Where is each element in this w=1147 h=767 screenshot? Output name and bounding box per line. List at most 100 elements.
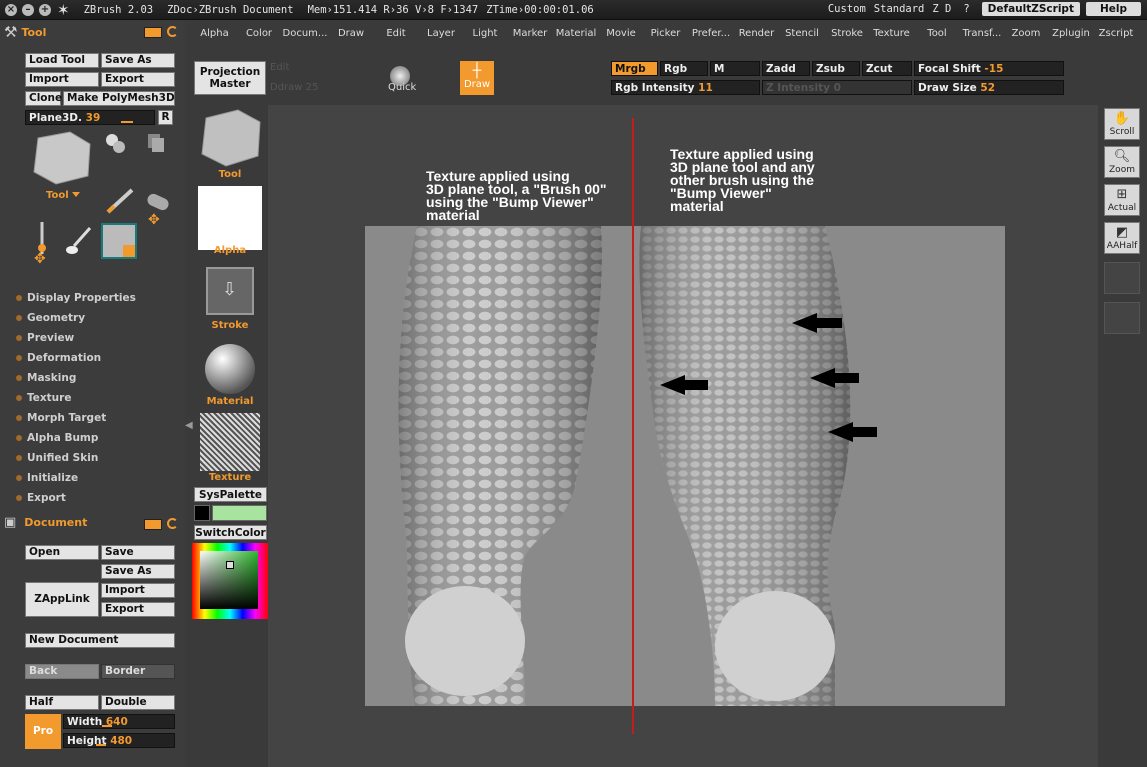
mrgb-button[interactable]: Mrgb bbox=[611, 61, 658, 76]
menu-render[interactable]: Render bbox=[734, 28, 779, 39]
current-tool-cube-icon[interactable] bbox=[30, 128, 94, 188]
zadd-button[interactable]: Zadd bbox=[762, 61, 810, 76]
menu-draw[interactable]: Draw bbox=[329, 28, 373, 39]
color-picker-ring[interactable] bbox=[192, 543, 268, 619]
z-intensity-slider[interactable]: Z Intensity 0 bbox=[762, 80, 912, 95]
zsub-button[interactable]: Zsub bbox=[812, 61, 860, 76]
zapplink-button[interactable]: ZAppLink bbox=[25, 582, 99, 617]
quick-button[interactable]: Quick bbox=[388, 82, 416, 93]
zcut-button[interactable]: Zcut bbox=[862, 61, 912, 76]
plane3d-slider[interactable]: Plane3D. 39 bbox=[25, 110, 155, 125]
rgb-button[interactable]: Rgb bbox=[660, 61, 708, 76]
width-slider[interactable]: Width 640 bbox=[63, 714, 175, 729]
projection-master-button[interactable]: Projection Master bbox=[194, 61, 266, 95]
menu-zscript[interactable]: Zscript bbox=[1094, 28, 1138, 39]
load-tool-button[interactable]: Load Tool bbox=[25, 53, 99, 68]
draw-mode-button[interactable]: ┼ Draw bbox=[460, 61, 494, 95]
menu-zoom[interactable]: Zoom bbox=[1004, 28, 1048, 39]
main-color-swatch[interactable] bbox=[194, 505, 210, 521]
make-polymesh-button[interactable]: Make PolyMesh3D bbox=[63, 91, 175, 106]
draw-size-slider[interactable]: Draw Size 52 bbox=[914, 80, 1064, 95]
texture-thumbnail[interactable] bbox=[200, 413, 260, 471]
subpalette-initialize[interactable]: Initialize bbox=[16, 468, 136, 488]
menu-transf[interactable]: Transf... bbox=[960, 28, 1004, 39]
menu-prefer[interactable]: Prefer... bbox=[688, 28, 734, 39]
cylinder-tool-icon[interactable] bbox=[143, 190, 173, 214]
menu-stroke[interactable]: Stroke bbox=[825, 28, 869, 39]
subpalette-preview[interactable]: Preview bbox=[16, 328, 136, 348]
subpalette-alpha-bump[interactable]: Alpha Bump bbox=[16, 428, 136, 448]
default-zscript-button[interactable]: DefaultZScript bbox=[981, 2, 1080, 16]
standard-layout-button[interactable]: Standard bbox=[874, 3, 925, 15]
menu-tool[interactable]: Tool bbox=[914, 28, 960, 39]
document-canvas[interactable] bbox=[365, 226, 1005, 706]
question-button[interactable]: ? bbox=[963, 3, 969, 15]
refresh-icon[interactable] bbox=[167, 26, 178, 37]
scroll-button[interactable]: ✋ Scroll bbox=[1104, 108, 1140, 140]
aahalf-button[interactable]: ◩ AAHalf bbox=[1104, 222, 1140, 254]
material-thumb-label[interactable]: Material bbox=[192, 396, 268, 407]
close-window-icon[interactable]: × bbox=[5, 3, 17, 16]
tool-save-as-button[interactable]: Save As bbox=[101, 53, 175, 68]
document-save-as-button[interactable]: Save As bbox=[101, 564, 175, 579]
secondary-color-swatch[interactable] bbox=[212, 505, 267, 521]
double-button[interactable]: Double bbox=[101, 695, 175, 710]
layers-tool-icon[interactable] bbox=[146, 132, 166, 156]
focal-shift-slider[interactable]: Focal Shift -15 bbox=[914, 61, 1064, 76]
new-document-button[interactable]: New Document bbox=[25, 633, 175, 648]
menu-light[interactable]: Light bbox=[463, 28, 507, 39]
menu-edit[interactable]: Edit bbox=[373, 28, 419, 39]
alpha-thumbnail[interactable] bbox=[198, 186, 262, 250]
subpalette-masking[interactable]: Masking bbox=[16, 368, 136, 388]
document-export-button[interactable]: Export bbox=[101, 602, 175, 617]
pro-button[interactable]: Pro bbox=[25, 714, 61, 749]
subpalette-geometry[interactable]: Geometry bbox=[16, 308, 136, 328]
subpalette-texture[interactable]: Texture bbox=[16, 388, 136, 408]
tool-thumb-label[interactable]: Tool bbox=[192, 169, 268, 180]
custom-layout-button[interactable]: Custom bbox=[828, 3, 866, 15]
rgb-intensity-slider[interactable]: Rgb Intensity 11 bbox=[611, 80, 760, 95]
subpalette-display-properties[interactable]: Display Properties bbox=[16, 288, 136, 308]
tool-export-button[interactable]: Export bbox=[101, 72, 175, 87]
menu-material[interactable]: Material bbox=[553, 28, 599, 39]
paint-brush-icon[interactable] bbox=[64, 226, 96, 256]
menu-texture[interactable]: Texture bbox=[869, 28, 914, 39]
minimize-window-icon[interactable]: – bbox=[22, 3, 34, 16]
restore-window-icon[interactable]: + bbox=[39, 3, 51, 16]
color-picker-square[interactable] bbox=[200, 551, 258, 609]
half-button[interactable]: Half bbox=[25, 695, 99, 710]
brush-tool-icon[interactable] bbox=[104, 186, 138, 216]
color-picker-cursor[interactable] bbox=[226, 561, 234, 569]
move-tool-icon[interactable]: ✥ bbox=[148, 212, 160, 228]
menu-picker[interactable]: Picker bbox=[643, 28, 688, 39]
syspalette-button[interactable]: SysPalette bbox=[194, 487, 267, 502]
save-button[interactable]: Save bbox=[101, 545, 175, 560]
tool-import-button[interactable]: Import bbox=[25, 72, 99, 87]
zd-button[interactable]: Z D bbox=[932, 3, 951, 15]
back-color-button[interactable]: Back bbox=[25, 664, 99, 679]
document-refresh-icon[interactable] bbox=[167, 518, 178, 529]
menu-zplugin[interactable]: Zplugin bbox=[1048, 28, 1094, 39]
menu-color[interactable]: Color bbox=[237, 28, 281, 39]
document-menu-icon[interactable] bbox=[144, 519, 162, 530]
subpalette-export[interactable]: Export bbox=[16, 488, 136, 508]
open-button[interactable]: Open bbox=[25, 545, 99, 560]
alpha-thumb-label[interactable]: Alpha bbox=[192, 245, 268, 256]
palette-menu-icon[interactable] bbox=[144, 27, 162, 38]
m-button[interactable]: M bbox=[710, 61, 760, 76]
stroke-thumb-label[interactable]: Stroke bbox=[192, 320, 268, 331]
texture-thumb-label[interactable]: Texture bbox=[192, 472, 268, 483]
menu-stencil[interactable]: Stencil bbox=[779, 28, 825, 39]
gizmo-tool-icon[interactable]: ✥ bbox=[34, 251, 46, 267]
stroke-thumbnail[interactable]: ⇩ bbox=[206, 267, 254, 315]
help-button[interactable]: Help bbox=[1085, 2, 1141, 16]
subpalette-unified-skin[interactable]: Unified Skin bbox=[16, 448, 136, 468]
switchcolor-button[interactable]: SwitchColor bbox=[194, 525, 267, 540]
tool-thumbnail[interactable] bbox=[198, 106, 262, 170]
spheres-tool-icon[interactable] bbox=[104, 132, 128, 156]
menu-marker[interactable]: Marker bbox=[507, 28, 553, 39]
tool-dropdown[interactable]: Tool bbox=[46, 190, 69, 201]
selected-tool-thumbnail[interactable] bbox=[101, 223, 137, 259]
menu-docum[interactable]: Docum... bbox=[281, 28, 329, 39]
document-palette-header[interactable]: ▣ Document bbox=[4, 515, 87, 530]
